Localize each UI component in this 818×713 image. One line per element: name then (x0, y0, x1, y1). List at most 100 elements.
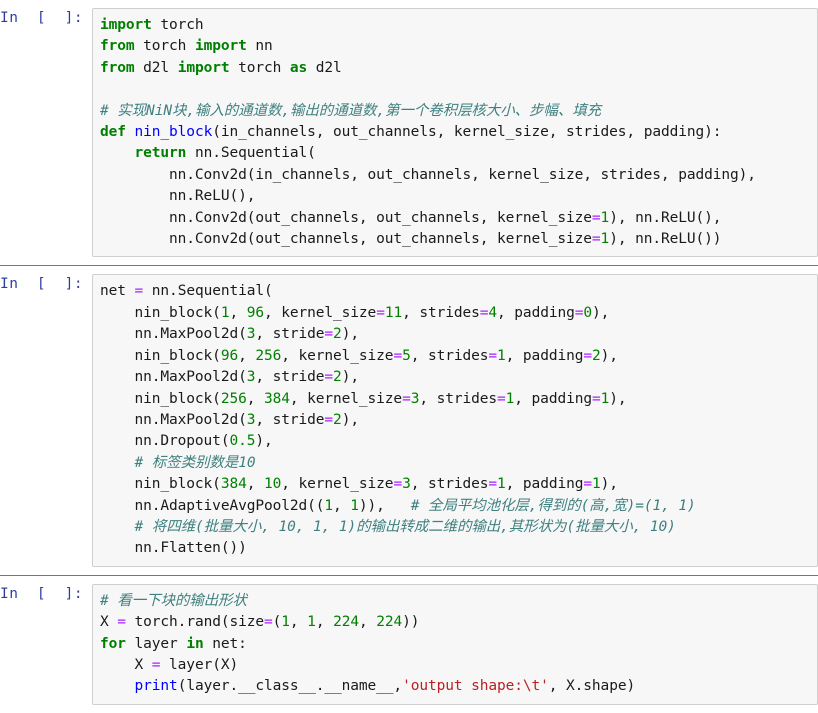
code-token: ), (341, 369, 359, 386)
code-line: nn.Conv2d(in_channels, out_channels, ker… (100, 165, 809, 186)
code-token: 1 (350, 497, 359, 514)
code-token: = (583, 347, 592, 364)
code-token: 224 (376, 614, 403, 631)
notebook-cell[interactable]: In [ ]: net = nn.Sequential( nin_block(1,… (0, 266, 818, 575)
code-token: X (100, 656, 152, 673)
code-token: = (497, 390, 506, 407)
code-token: , kernel_size (281, 476, 394, 493)
code-token: return (134, 145, 187, 162)
code-token: # 标签类别数是10 (134, 454, 256, 471)
code-token: = (488, 347, 498, 364)
code-token: , stride (255, 369, 325, 386)
code-token: = (117, 614, 126, 631)
code-token: import (100, 17, 152, 33)
code-token: 1 (600, 231, 610, 248)
code-token: nin_block( (100, 347, 221, 364)
code-token: , strides (410, 476, 489, 493)
code-token: , (333, 497, 351, 514)
code-token: 5 (402, 347, 411, 364)
code-token: , kernel_size (281, 347, 394, 364)
code-token: , padding (505, 347, 584, 364)
code-token: nn.MaxPool2d( (100, 411, 247, 428)
code-line: nn.ReLU(), (100, 186, 809, 207)
code-token: 1 (307, 614, 316, 631)
code-editor[interactable]: import torch from torch import nn from d2l… (92, 8, 818, 258)
notebook-cell[interactable]: In [ ]: # 看一下块的输出形状 X = torch.rand(size=(1… (0, 575, 818, 713)
code-token: , strides (410, 347, 489, 364)
code-token: net: (203, 635, 247, 652)
notebook-cell[interactable]: In [ ]: import torch from torch import nn f… (0, 0, 818, 266)
code-line: nin_block(256, 384, kernel_size=3, strid… (100, 389, 809, 410)
code-token: 0 (583, 304, 592, 321)
code-token: nn.ReLU(), (100, 188, 256, 205)
code-token: (in_channels, out_channels, kernel_size,… (212, 124, 722, 141)
code-token: , padding (497, 304, 575, 321)
code-token: in (186, 635, 204, 652)
code-token: 224 (333, 614, 359, 631)
code-line: return nn.Sequential( (100, 143, 809, 164)
code-token: 2 (333, 326, 342, 343)
code-token: nin_block (134, 124, 213, 141)
code-text: net = nn.Sequential( nin_block(1, 96, ke… (100, 281, 809, 559)
code-token: , stride (255, 411, 325, 428)
code-token: nn.Sequential( (143, 283, 273, 300)
code-line: nn.MaxPool2d(3, stride=2), (100, 367, 809, 388)
code-token: ), nn.ReLU()) (609, 231, 722, 248)
code-token: nn.Conv2d(out_channels, out_channels, ke… (100, 231, 592, 248)
code-text: # 看一下块的输出形状 X = torch.rand(size=(1, 1, 22… (100, 591, 809, 698)
code-token: , kernel_size (264, 304, 377, 321)
code-token: , (289, 614, 308, 631)
code-token: 1 (505, 390, 515, 407)
code-line: from d2l import torch as d2l (100, 58, 809, 79)
code-token: torch (229, 59, 290, 76)
code-token: import (194, 38, 247, 55)
code-token: )) (402, 614, 420, 631)
code-token: = (591, 231, 601, 248)
code-token: def (100, 124, 126, 141)
code-token: , strides (402, 304, 480, 321)
code-token: layer(X) (160, 656, 239, 673)
code-line: # 标签类别数是10 (100, 453, 809, 474)
code-token: 10 (263, 476, 282, 493)
code-token: from (100, 38, 135, 55)
code-token: , stride (255, 326, 325, 343)
code-token: torch (134, 38, 195, 55)
code-token: , (358, 614, 377, 631)
code-token: , (315, 614, 334, 631)
code-token: 2 (333, 369, 342, 386)
code-token: 1 (497, 347, 506, 364)
code-line: nn.Flatten()) (100, 538, 809, 559)
code-token: 1 (600, 390, 610, 407)
code-token: net (100, 283, 135, 300)
cell-prompt-label: In [ ]: (0, 10, 84, 26)
code-token: 2 (591, 347, 601, 364)
code-line: from torch import nn (100, 36, 809, 57)
code-token: nin_block( (100, 476, 221, 493)
code-token: , (246, 476, 264, 493)
code-token: ), (255, 433, 273, 450)
code-token: 96 (220, 347, 239, 364)
code-token: nn (246, 38, 273, 55)
code-token: = (583, 476, 592, 493)
code-token: import (177, 59, 230, 76)
code-editor[interactable]: # 看一下块的输出形状 X = torch.rand(size=(1, 1, 22… (92, 583, 818, 705)
code-token: layer (125, 635, 187, 652)
code-line: print(layer.__class__.__name__,'output s… (100, 676, 809, 697)
code-token: nn.Conv2d(in_channels, out_channels, ker… (100, 166, 756, 183)
code-token: nn.AdaptiveAvgPool2d(( (100, 497, 325, 514)
code-token: = (591, 209, 601, 226)
code-token: 1 (600, 209, 610, 226)
code-token: 4 (488, 304, 498, 321)
code-token: 256 (255, 347, 282, 364)
code-line: nn.Conv2d(out_channels, out_channels, ke… (100, 208, 809, 229)
code-token: 96 (246, 304, 264, 321)
code-token: (layer.__class__.__name__, (177, 678, 403, 695)
code-line: nn.AdaptiveAvgPool2d((1, 1)), # 全局平均池化层,… (100, 496, 809, 517)
code-token: 1 (497, 476, 506, 493)
code-line: nn.Dropout(0.5), (100, 431, 809, 452)
code-token: nn.MaxPool2d( (100, 369, 247, 386)
code-editor[interactable]: net = nn.Sequential( nin_block(1, 96, ke… (92, 274, 818, 567)
